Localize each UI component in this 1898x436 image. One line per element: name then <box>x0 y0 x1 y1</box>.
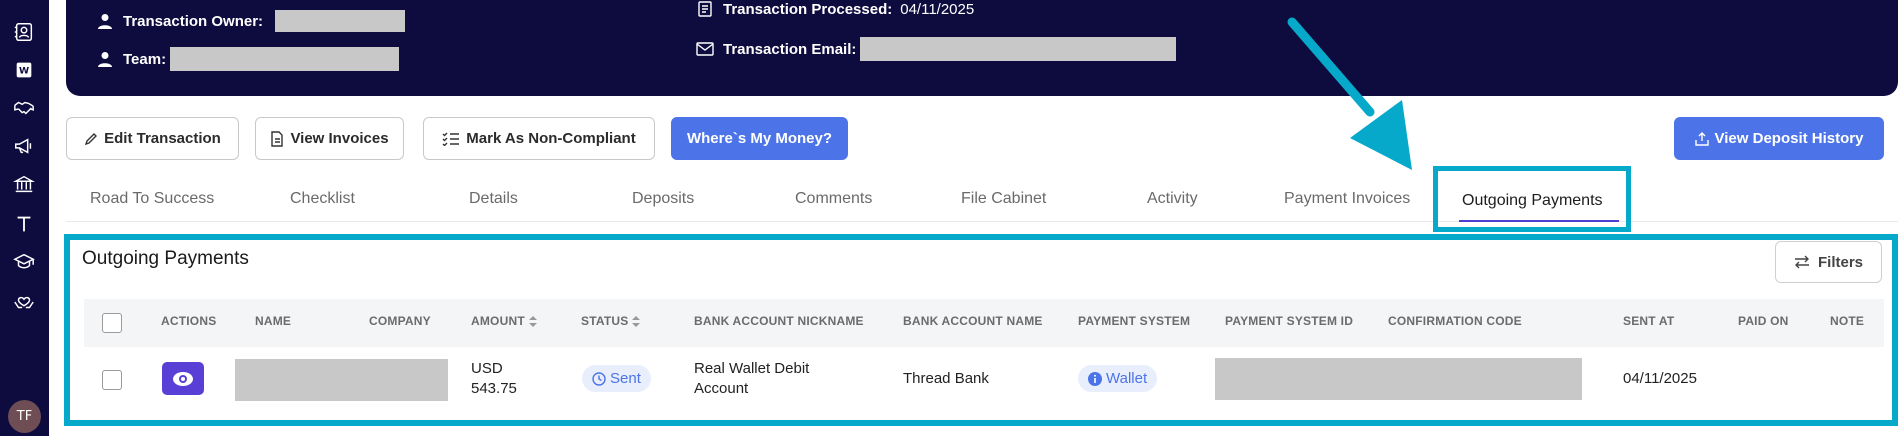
team-label: Team: <box>123 50 167 68</box>
filter-arrows-icon <box>1794 255 1809 269</box>
tab-details[interactable]: Details <box>469 190 518 208</box>
view-payment-button[interactable] <box>162 362 204 395</box>
bank-icon[interactable] <box>12 172 36 196</box>
tab-road-to-success[interactable]: Road To Success <box>90 190 214 208</box>
bank-nickname-line1: Real Wallet Debit <box>694 360 810 377</box>
status-header-label: STATUS <box>581 314 629 328</box>
helping-hands-icon[interactable] <box>12 290 36 314</box>
bank-nickname-line2: Account <box>694 380 749 397</box>
envelope-icon <box>695 39 715 59</box>
column-header-note[interactable]: NOTE <box>1830 314 1864 328</box>
sidebar: W TF <box>0 0 49 436</box>
row-checkbox[interactable] <box>102 370 122 390</box>
amount-cell: USD 543.75 <box>471 359 517 399</box>
transaction-owner-row: Transaction Owner: <box>95 10 406 32</box>
transaction-header: Transaction Owner: Team: Transaction Pro… <box>66 0 1898 96</box>
contacts-icon[interactable] <box>12 20 36 44</box>
transaction-owner-value <box>275 10 406 32</box>
mark-non-compliant-button[interactable]: Mark As Non-Compliant <box>423 117 655 160</box>
team-row: Team: <box>95 47 400 71</box>
avatar[interactable]: TF <box>8 400 41 433</box>
tab-file-cabinet[interactable]: File Cabinet <box>961 190 1046 208</box>
payment-system-id-redacted <box>1215 358 1582 400</box>
amount-currency: USD <box>471 360 503 377</box>
edit-transaction-label: Edit Transaction <box>104 130 221 147</box>
column-header-company[interactable]: COMPANY <box>369 314 431 328</box>
filters-label: Filters <box>1817 253 1863 271</box>
pencil-icon <box>85 132 98 145</box>
column-header-payment-system-id[interactable]: PAYMENT SYSTEM ID <box>1225 314 1353 328</box>
column-header-paid-on[interactable]: PAID ON <box>1738 314 1789 328</box>
column-header-payment-system[interactable]: PAYMENT SYSTEM <box>1078 314 1190 328</box>
text-icon[interactable] <box>12 212 36 236</box>
bank-nickname-cell: Real Wallet Debit Account <box>694 359 809 399</box>
deposit-icon <box>1694 131 1709 146</box>
checklist-icon <box>442 132 460 146</box>
column-header-actions: ACTIONS <box>161 314 217 328</box>
payment-system-badge: Wallet <box>1078 365 1158 392</box>
column-header-bank-account-nickname[interactable]: BANK ACCOUNT NICKNAME <box>694 314 864 328</box>
graduation-cap-icon[interactable] <box>12 250 36 274</box>
tab-checklist[interactable]: Checklist <box>290 190 355 208</box>
receipt-icon <box>695 0 715 19</box>
view-invoices-button[interactable]: View Invoices <box>255 117 404 160</box>
highlight-box-tab <box>1433 166 1631 232</box>
team-value <box>170 47 400 71</box>
column-header-sent-at[interactable]: SENT AT <box>1623 314 1674 328</box>
column-header-confirmation-code[interactable]: CONFIRMATION CODE <box>1388 314 1522 328</box>
view-invoices-label: View Invoices <box>290 130 389 147</box>
user-icon <box>95 11 115 31</box>
column-header-amount[interactable]: AMOUNT <box>471 314 537 328</box>
sort-icon <box>632 316 641 328</box>
column-header-name[interactable]: NAME <box>255 314 291 328</box>
transaction-processed-label: Transaction Processed: <box>723 0 893 18</box>
status-badge: Sent <box>582 365 651 392</box>
tab-comments[interactable]: Comments <box>795 190 872 208</box>
column-header-status[interactable]: STATUS <box>581 314 641 328</box>
sent-at-cell: 04/11/2025 <box>1623 370 1697 387</box>
amount-value: 543.75 <box>471 380 517 397</box>
sort-icon <box>528 316 537 328</box>
payee-name-company-redacted <box>235 359 448 401</box>
eye-icon <box>173 371 193 386</box>
document-icon <box>271 130 284 147</box>
mark-non-compliant-label: Mark As Non-Compliant <box>466 130 636 147</box>
transaction-email-label: Transaction Email: <box>723 40 857 58</box>
amount-header-label: AMOUNT <box>471 314 525 328</box>
wheres-my-money-label: Where`s My Money? <box>686 130 833 147</box>
clock-icon <box>592 371 606 386</box>
filters-button[interactable]: Filters <box>1775 241 1882 283</box>
transaction-processed-row: Transaction Processed: 04/11/2025 <box>695 0 974 19</box>
column-header-bank-account-name[interactable]: BANK ACCOUNT NAME <box>903 314 1043 328</box>
handshake-icon[interactable] <box>12 96 36 120</box>
wheres-my-money-button[interactable]: Where`s My Money? <box>671 117 848 160</box>
info-icon <box>1088 371 1102 386</box>
user-icon <box>95 49 115 69</box>
select-all-checkbox[interactable] <box>102 313 122 333</box>
payment-system-label: Wallet <box>1106 370 1148 387</box>
bank-name-cell: Thread Bank <box>903 370 989 387</box>
megaphone-icon[interactable] <box>12 134 36 158</box>
wallet-icon[interactable]: W <box>12 58 36 82</box>
transaction-email-value <box>860 37 1177 61</box>
tab-payment-invoices[interactable]: Payment Invoices <box>1284 190 1410 208</box>
edit-transaction-button[interactable]: Edit Transaction <box>66 117 239 160</box>
svg-text:W: W <box>19 66 29 77</box>
transaction-email-row: Transaction Email: <box>695 37 1177 61</box>
view-deposit-history-button[interactable]: View Deposit History <box>1674 117 1884 160</box>
view-deposit-history-label: View Deposit History <box>1714 130 1864 147</box>
tab-activity[interactable]: Activity <box>1147 190 1198 208</box>
panel-title: Outgoing Payments <box>82 248 249 269</box>
transaction-processed-value: 04/11/2025 <box>900 0 975 18</box>
status-label: Sent <box>610 370 641 387</box>
tab-deposits[interactable]: Deposits <box>632 190 694 208</box>
transaction-owner-label: Transaction Owner: <box>123 12 264 30</box>
